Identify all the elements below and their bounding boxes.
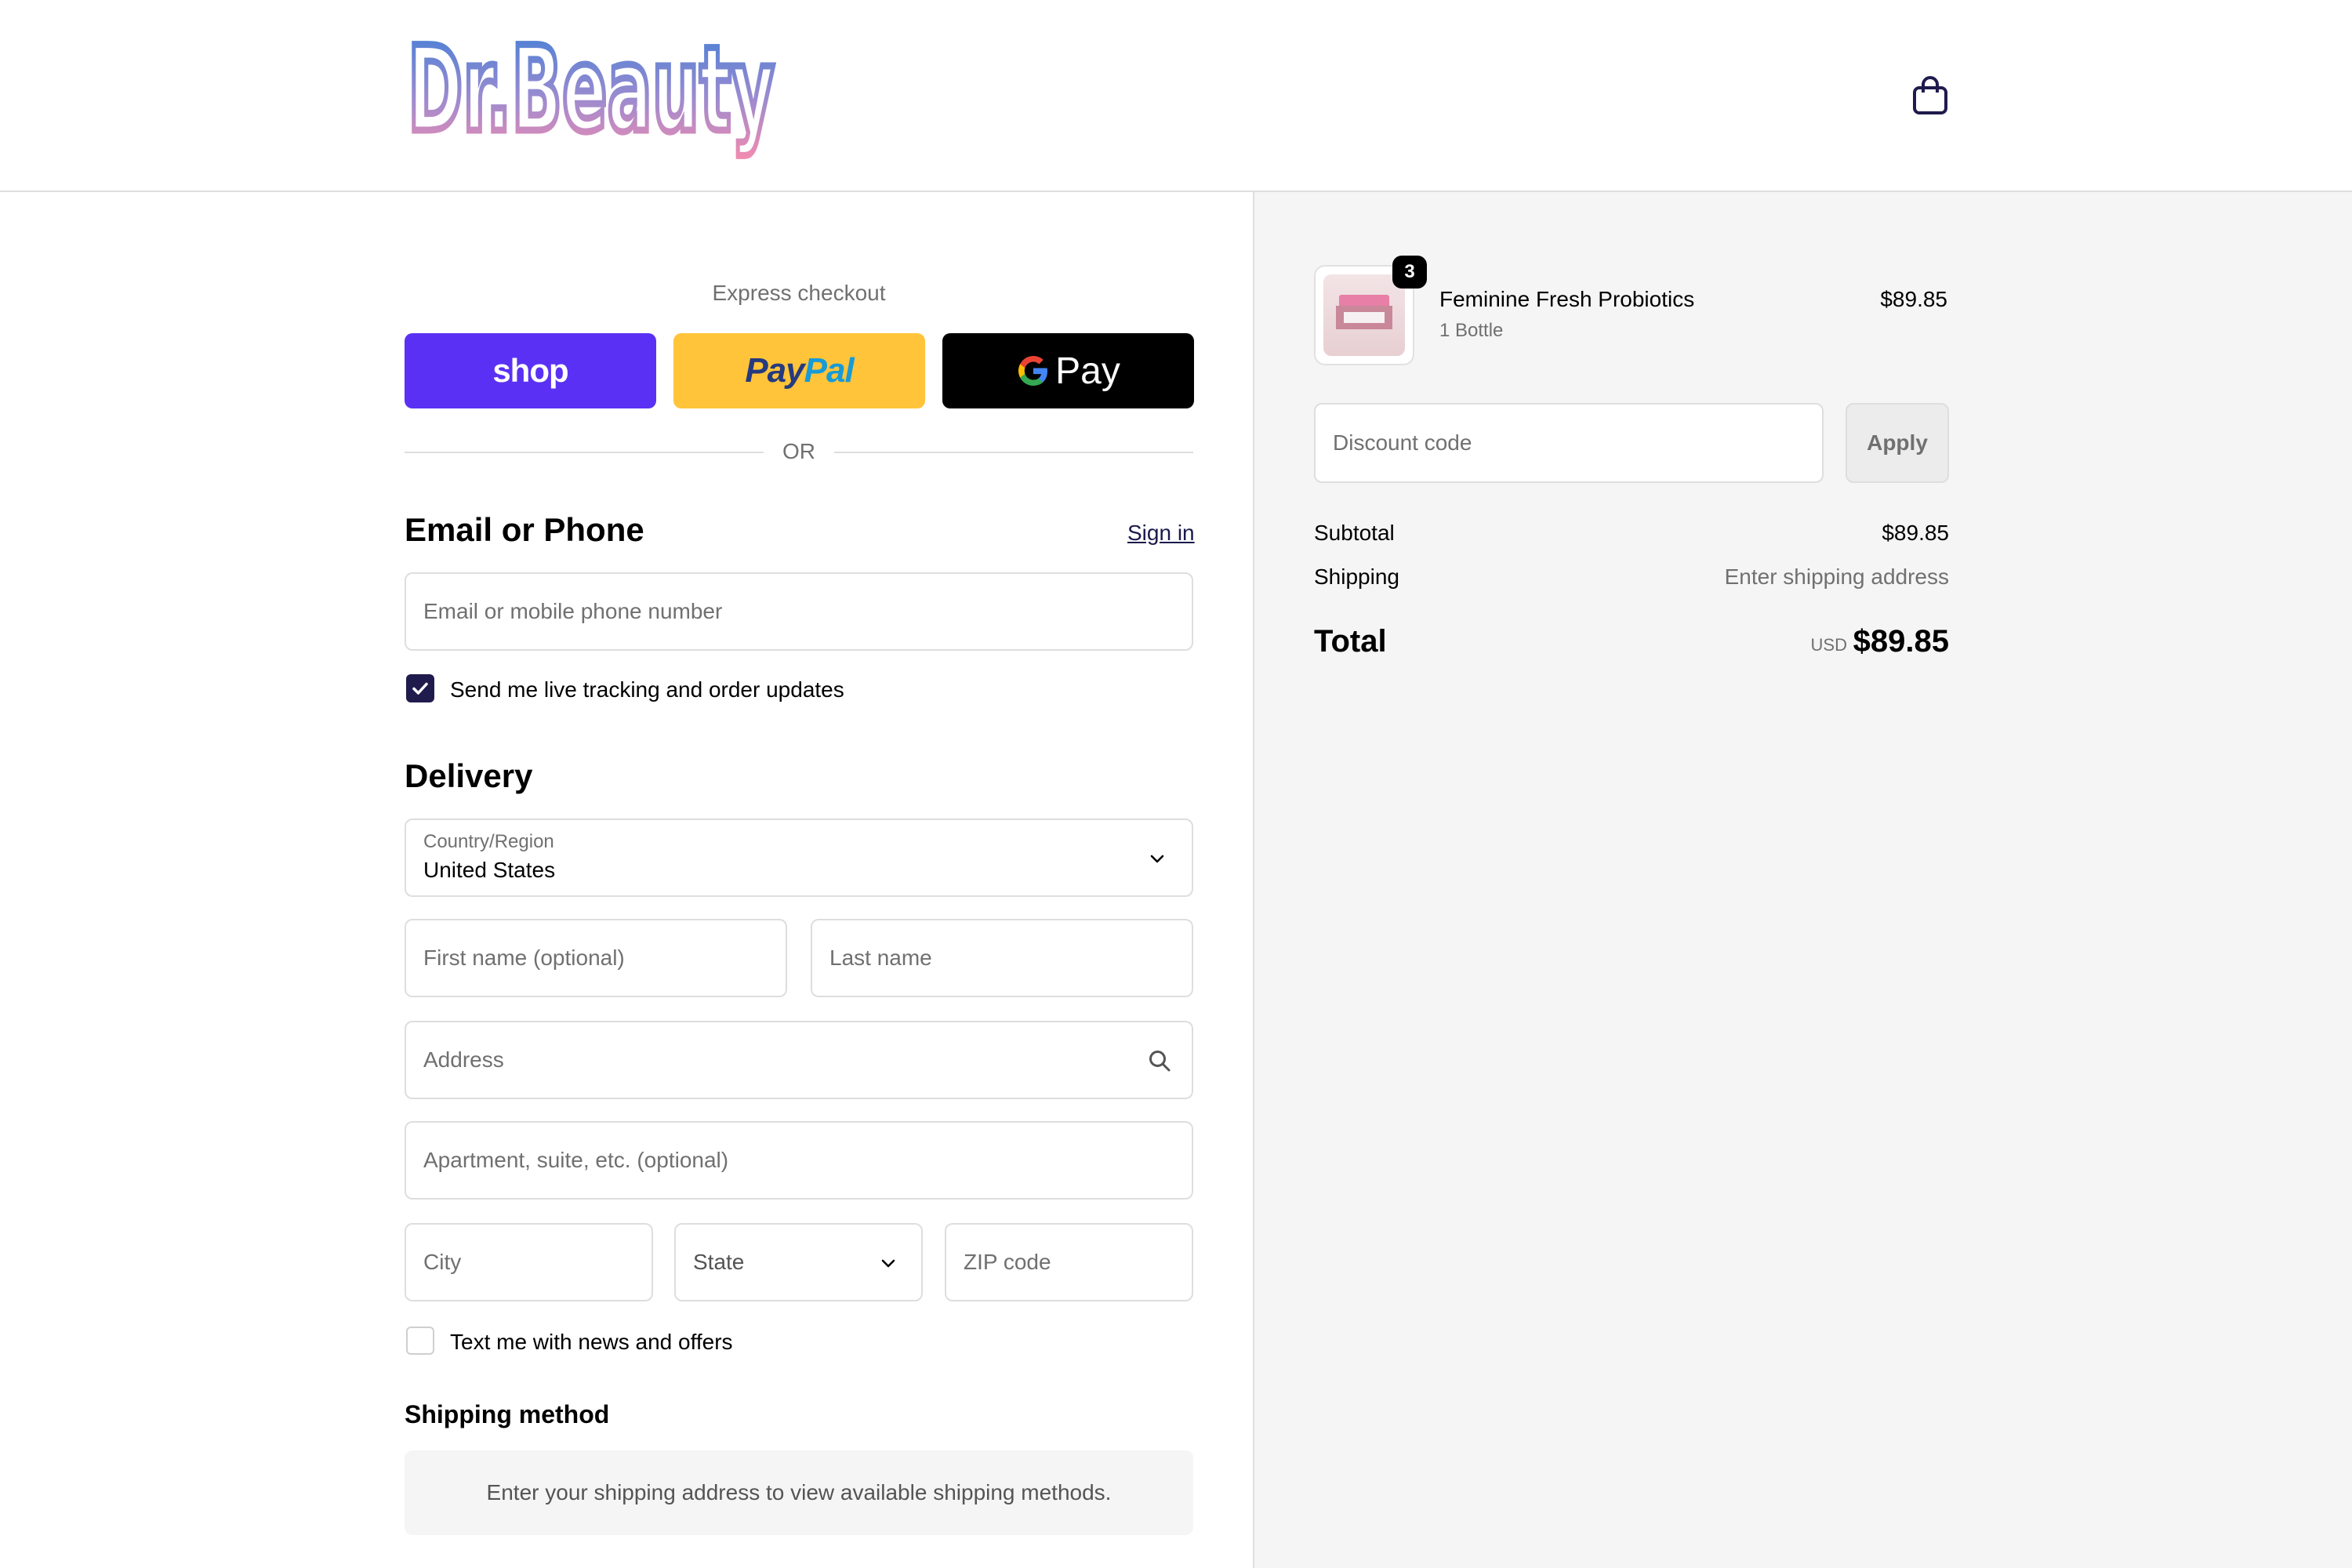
or-divider: OR — [405, 436, 1193, 467]
paypal-label: PayPal — [745, 351, 854, 390]
product-name: Feminine Fresh Probiotics — [1439, 287, 1695, 311]
chevron-down-icon — [879, 1258, 898, 1270]
subtotal-label: Subtotal — [1314, 521, 1395, 545]
checkmark-icon — [412, 682, 428, 695]
google-g-icon — [1016, 354, 1051, 388]
first-name-field[interactable] — [405, 919, 787, 997]
country-label: Country/Region — [423, 831, 554, 852]
shop-pay-button[interactable]: shop — [405, 333, 656, 408]
state-select[interactable]: State — [674, 1223, 923, 1301]
apartment-field[interactable] — [405, 1121, 1193, 1200]
discount-code-input[interactable] — [1333, 430, 1805, 456]
subtotal-value: $89.85 — [1882, 521, 1949, 545]
shop-pay-label: shop — [492, 352, 568, 389]
total-currency: USD — [1810, 635, 1847, 655]
sms-offers-label: Text me with news and offers — [450, 1330, 733, 1354]
address-input[interactable] — [423, 1047, 1174, 1073]
apply-discount-button[interactable]: Apply — [1846, 403, 1949, 483]
paypal-button[interactable]: PayPal — [673, 333, 925, 408]
quantity-badge: 3 — [1392, 256, 1427, 289]
order-summary-panel — [1253, 192, 2352, 1568]
sms-offers-checkbox[interactable] — [406, 1327, 434, 1355]
site-header: Dr.Beauty — [0, 0, 2352, 192]
sign-in-link[interactable]: Sign in — [1127, 521, 1195, 546]
email-input[interactable] — [423, 599, 1174, 624]
checkout-page: Dr.Beauty Express checkout shop PayPal P… — [0, 0, 2352, 1568]
city-input[interactable] — [423, 1250, 634, 1275]
apartment-input[interactable] — [423, 1148, 1174, 1173]
state-placeholder: State — [693, 1250, 745, 1274]
shopping-bag-icon[interactable] — [1911, 75, 1949, 116]
product-variant: 1 Bottle — [1439, 320, 1504, 341]
contact-section-title: Email or Phone — [405, 511, 644, 548]
shipping-label: Shipping — [1314, 564, 1399, 589]
city-field[interactable] — [405, 1223, 653, 1301]
zip-input[interactable] — [964, 1250, 1174, 1275]
product-price: $89.85 — [1880, 287, 1947, 311]
country-select[interactable]: Country/Region United States — [405, 818, 1193, 897]
total-label: Total — [1314, 624, 1387, 659]
svg-text:Dr.Beauty: Dr.Beauty — [408, 30, 775, 158]
dr-beauty-logo[interactable]: Dr.Beauty — [405, 19, 781, 163]
express-checkout-label: Express checkout — [712, 281, 886, 305]
country-value: United States — [423, 858, 556, 882]
email-field[interactable] — [405, 572, 1193, 651]
chevron-down-icon — [1148, 853, 1167, 866]
last-name-input[interactable] — [829, 946, 1174, 971]
shipping-value: Enter shipping address — [1724, 564, 1949, 589]
delivery-section-title: Delivery — [405, 757, 533, 794]
shipping-method-title: Shipping method — [405, 1400, 610, 1428]
shipping-method-notice: Enter your shipping address to view avai… — [405, 1450, 1193, 1535]
total-value: $89.85 — [1853, 624, 1949, 659]
google-pay-label: Pay — [1055, 350, 1120, 392]
zip-field[interactable] — [945, 1223, 1193, 1301]
google-pay-button[interactable]: Pay — [942, 333, 1194, 408]
tracking-checkbox[interactable] — [406, 674, 434, 702]
last-name-field[interactable] — [811, 919, 1193, 997]
search-icon — [1148, 1049, 1171, 1073]
discount-code-field[interactable] — [1314, 403, 1824, 483]
tracking-checkbox-label: Send me live tracking and order updates — [450, 677, 844, 702]
address-field[interactable] — [405, 1021, 1193, 1099]
first-name-input[interactable] — [423, 946, 768, 971]
